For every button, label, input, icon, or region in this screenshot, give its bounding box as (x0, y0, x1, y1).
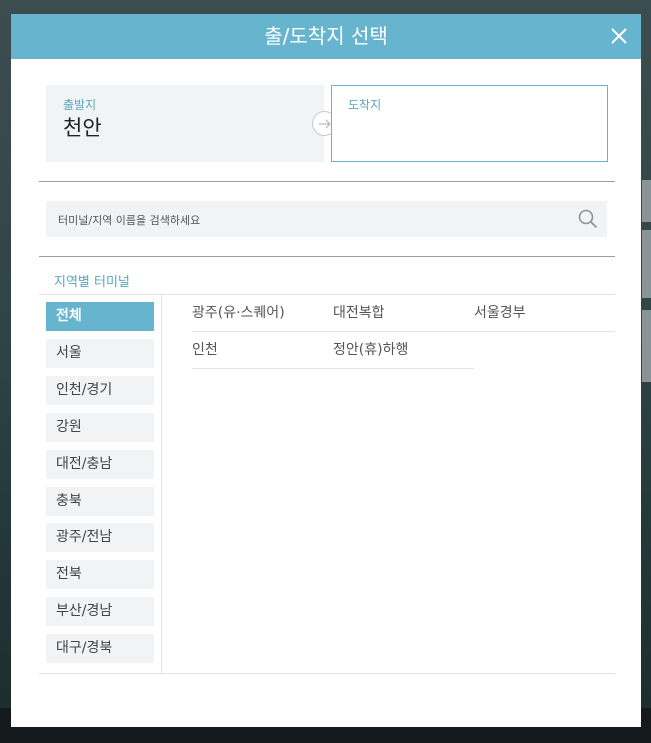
arrival-label: 도착지 (348, 98, 382, 112)
search-input[interactable] (56, 201, 560, 239)
region-item[interactable]: 서울 (46, 338, 154, 368)
arrival-box[interactable]: 도착지 (331, 85, 608, 162)
search-icon[interactable] (578, 209, 598, 229)
close-button[interactable] (607, 24, 631, 48)
location-select-modal: 출/도착지 선택 출발지 천안 도착지 지역별 터미널 전체서울인천/경기강원대… (11, 14, 641, 727)
region-item[interactable]: 전체 (46, 302, 154, 331)
region-item[interactable]: 부산/경남 (46, 597, 154, 627)
divider (39, 256, 615, 257)
region-item[interactable]: 인천/경기 (46, 375, 154, 405)
terminal-item[interactable]: 대전복합 (333, 295, 474, 332)
terminal-item[interactable]: 인천 (192, 332, 333, 369)
backdrop-edge-block (642, 310, 651, 382)
region-item[interactable]: 광주/전남 (46, 523, 154, 553)
departure-label: 출발지 (63, 98, 97, 112)
terminal-item[interactable]: 정안(휴)하행 (333, 332, 474, 369)
region-item[interactable]: 충북 (46, 486, 154, 516)
terminal-item[interactable]: 광주(유·스퀘어) (192, 295, 333, 332)
divider (39, 181, 615, 182)
bottom-divider (39, 673, 615, 674)
region-item[interactable]: 대전/충남 (46, 449, 154, 479)
modal-header: 출/도착지 선택 (11, 14, 641, 59)
arrow-right-icon (319, 119, 331, 129)
region-item[interactable]: 전북 (46, 560, 154, 590)
terminal-item[interactable]: 서울경부 (474, 295, 615, 332)
region-item[interactable]: 강원 (46, 412, 154, 442)
region-section-title: 지역별 터미널 (54, 275, 130, 290)
close-icon (611, 28, 627, 44)
departure-box[interactable]: 출발지 천안 (46, 85, 324, 162)
backdrop-edge-block (642, 180, 651, 222)
region-item[interactable]: 대구/경북 (46, 634, 154, 664)
departure-value: 천안 (63, 116, 102, 140)
column-divider (161, 295, 162, 673)
search-box (46, 201, 607, 239)
modal-title: 출/도착지 선택 (264, 24, 388, 48)
backdrop-edge-block (642, 230, 651, 298)
